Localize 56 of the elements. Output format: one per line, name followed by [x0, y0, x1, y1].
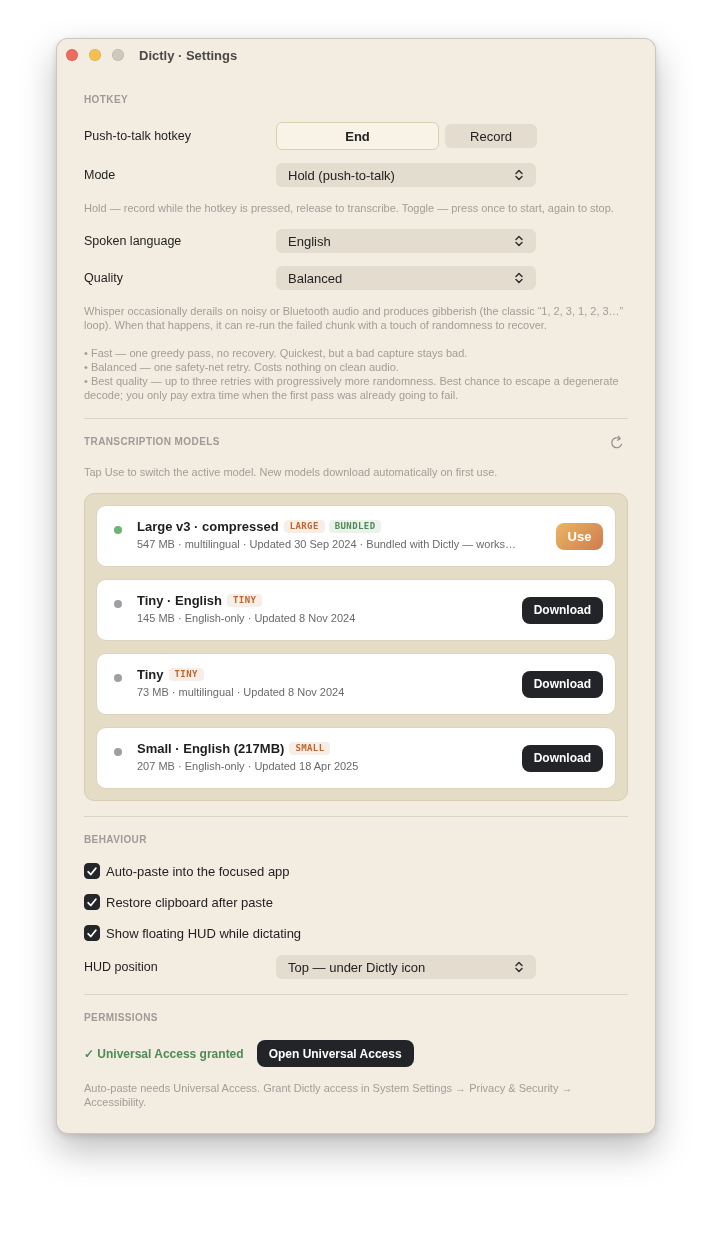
open-universal-access-button[interactable]: Open Universal Access: [256, 1040, 414, 1067]
download-button[interactable]: Download: [521, 596, 603, 624]
model-tag: LARGE: [283, 519, 325, 533]
model-name: Tiny: [137, 666, 164, 682]
section-heading: TRANSCRIPTION MODELS: [84, 435, 220, 449]
checkmark-icon: [87, 866, 97, 876]
model-name: Tiny · English: [137, 592, 222, 608]
hint-text: Hold — record while the hotkey is pressed, release to transcribe. Toggle — press once to start, again to stop.: [84, 201, 615, 215]
field-label: Push-to-talk hotkey: [84, 129, 192, 143]
checkmark-icon: [87, 897, 97, 907]
hotkey-field[interactable]: End: [276, 122, 439, 150]
model-details: 73 MB · multilingual · Updated 8 Nov 2024: [137, 685, 345, 699]
hint-text: Auto-paste needs Universal Access. Grant Dictly access in System Settings → Privacy & Security → Accessibility.: [84, 1081, 574, 1109]
dropdown[interactable]: Hold (push-to-talk): [276, 163, 536, 187]
model-details: 207 MB · English-only · Updated 18 Apr 2025: [137, 759, 359, 773]
hint-bullet: • Best quality — up to three retries with progressively more randomness. Best chance to escape a degenerate decode; you only pay extra time when the first pass was already going to fail.: [84, 374, 620, 402]
field-label: Quality: [84, 271, 124, 285]
dropdown[interactable]: Top — under Dictly icon: [276, 955, 536, 979]
download-button[interactable]: Download: [521, 670, 603, 698]
chevron-updown-icon: [515, 169, 523, 181]
window-title: Dictly · Settings: [139, 47, 238, 63]
close-button[interactable]: [66, 49, 78, 61]
record-button[interactable]: Record: [445, 124, 537, 148]
chevron-updown-icon: [515, 235, 523, 247]
checkmark-icon: [87, 928, 97, 938]
checkbox[interactable]: [84, 925, 100, 941]
checkbox-label: Restore clipboard after paste: [106, 894, 273, 910]
checkbox[interactable]: [84, 863, 100, 879]
hint-bullet: • Fast — one greedy pass, no recovery. Quickest, but a bad capture stays bad.: [84, 346, 469, 360]
dropdown[interactable]: English: [276, 229, 536, 253]
checkbox[interactable]: [84, 894, 100, 910]
chevron-updown-icon: [515, 961, 523, 973]
section-heading: HOTKEY: [84, 93, 129, 107]
section-heading: PERMISSIONS: [84, 1011, 158, 1025]
field-label: Spoken language: [84, 234, 183, 248]
model-details: 145 MB · English-only · Updated 8 Nov 2024: [137, 611, 356, 625]
model-tag: SMALL: [289, 741, 331, 755]
hint-text: Whisper occasionally derails on noisy or Bluetooth audio and produces gibberish (the classic “1, 2, 3, 1, 2, 3…” loop). When that happens, it can re-run the failed chunk with a touch of randomness to recover.: [84, 304, 625, 332]
model-name: Small · English (217MB): [137, 740, 285, 756]
checkbox-label: Auto-paste into the focused app: [106, 863, 290, 879]
download-button[interactable]: Download: [521, 744, 603, 772]
model-name: Large v3 · compressed: [137, 518, 279, 534]
hint-bullet: • Balanced — one safety-net retry. Costs nothing on clean audio.: [84, 360, 400, 374]
hint-text: Tap Use to switch the active model. New models download automatically on first use.: [84, 465, 499, 479]
refresh-icon[interactable]: [610, 434, 624, 450]
field-label: HUD position: [84, 960, 159, 974]
section-heading: BEHAVIOUR: [84, 833, 147, 847]
checkbox-label: Show floating HUD while dictating: [106, 925, 302, 941]
dropdown[interactable]: Balanced: [276, 266, 536, 290]
model-details: 547 MB · multilingual · Updated 30 Sep 2024 · Bundled with Dictly — works…: [137, 537, 517, 551]
model-tag: BUNDLED: [328, 519, 382, 533]
field-label: Mode: [84, 168, 117, 182]
permission-status: ✓ Universal Access granted: [84, 1046, 244, 1061]
model-tag: TINY: [227, 593, 263, 607]
model-tag: TINY: [168, 667, 204, 681]
chevron-updown-icon: [515, 272, 523, 284]
